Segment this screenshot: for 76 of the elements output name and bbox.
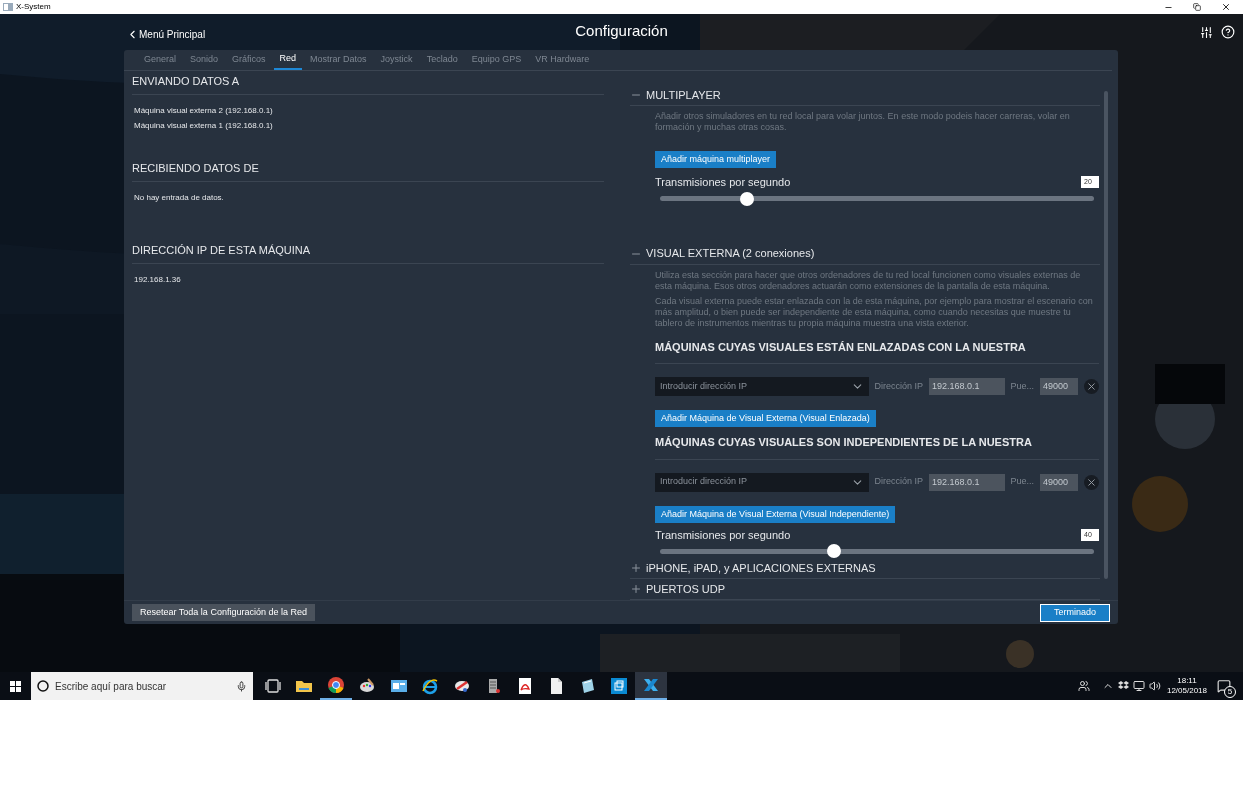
field-label: Pue... xyxy=(1010,475,1035,489)
remove-button[interactable] xyxy=(1084,474,1099,490)
slider-thumb[interactable] xyxy=(739,191,754,206)
add-button[interactable]: Añadir máquina multiplayer xyxy=(655,151,777,169)
section-header[interactable]: MULTIPLAYER xyxy=(630,85,1100,106)
section-header[interactable]: PUERTOS UDP xyxy=(630,579,1100,600)
people-icon[interactable] xyxy=(1077,680,1090,692)
slider[interactable] xyxy=(660,544,1094,558)
close-icon[interactable] xyxy=(1221,2,1231,12)
browser-icon[interactable] xyxy=(326,676,345,694)
tab[interactable]: Equipo GPS xyxy=(465,50,528,70)
close-icon xyxy=(1086,476,1098,488)
tab[interactable]: Teclado xyxy=(420,50,464,70)
window-title: X-System xyxy=(16,1,51,13)
section-header[interactable]: iPHONE, iPAD, y APLICACIONES EXTERNAS xyxy=(630,558,1100,579)
list-text: Máquina visual externa 1 (192.168.0.1) xyxy=(134,119,274,132)
field-label: Dirección IP xyxy=(874,379,924,393)
page-title: Configuración xyxy=(575,21,668,41)
search-field[interactable]: Escribe aquí para buscar xyxy=(31,672,253,700)
port-field: 49000 xyxy=(1040,378,1079,395)
ip-select[interactable]: Introducir dirección IP xyxy=(655,377,869,396)
store-icon[interactable] xyxy=(610,677,629,695)
tab[interactable]: VR Hardware xyxy=(529,50,596,70)
slider-label: Transmisiones por segundo xyxy=(655,175,791,190)
clock-date[interactable]: 12/05/2018 xyxy=(1166,686,1207,696)
section-heading: RECIBIENDO DATOS DE xyxy=(132,160,604,182)
sliders-icon[interactable] xyxy=(1200,25,1213,39)
add-button[interactable]: Añadir Máquina de Visual Externa (Visual Enlazada) xyxy=(655,410,876,428)
port-field: 49000 xyxy=(1040,473,1079,491)
ip-select[interactable]: Introducir dirección IP xyxy=(655,472,869,492)
section-description: Utiliza esta sección para hacer que otros ordenadores de tu red local funcionen como visuales externas de esta máquina. Esos otros ordenadores actuarán como extensiones de la pantalla de esta máquina. xyxy=(655,269,1082,292)
palette-icon[interactable] xyxy=(358,677,377,695)
volume-icon[interactable] xyxy=(1148,680,1161,692)
remove-button[interactable] xyxy=(1084,379,1099,394)
section-header[interactable]: VISUAL EXTERNA (2 conexiones) xyxy=(630,243,1100,265)
tab[interactable]: Mostrar Datos xyxy=(304,50,373,70)
section-heading: ENVIANDO DATOS A xyxy=(132,73,604,95)
ie-icon[interactable] xyxy=(421,677,440,695)
close-icon xyxy=(1086,381,1098,392)
circle-icon xyxy=(37,680,49,692)
tab[interactable]: Joystick xyxy=(374,50,419,70)
field-label: Dirección IP xyxy=(874,475,924,489)
window-icon[interactable] xyxy=(389,677,408,695)
notifications-icon[interactable] xyxy=(1217,679,1231,693)
restore-icon[interactable] xyxy=(1193,3,1201,11)
add-button[interactable]: Añadir Máquina de Visual Externa (Visual Independiente) xyxy=(655,505,896,523)
ip-field: 192.168.0.1 xyxy=(929,378,1005,395)
slider-label: Transmisiones por segundo xyxy=(655,527,791,543)
tab[interactable]: General xyxy=(138,50,183,70)
reset-button[interactable]: Resetear Toda la Configuración de la Red xyxy=(132,604,315,621)
clock-time[interactable]: 18:11 xyxy=(1177,676,1197,686)
x-logo-icon[interactable] xyxy=(641,676,660,694)
list-text: No hay entrada de datos. xyxy=(134,191,225,204)
slider[interactable] xyxy=(660,191,1094,206)
help-icon[interactable] xyxy=(1221,25,1235,39)
network-icon[interactable] xyxy=(1132,680,1145,692)
field-label: Pue... xyxy=(1010,379,1035,393)
subsection-heading: MÁQUINAS CUYAS VISUALES SON INDEPENDIENTES DE LA NUESTRA xyxy=(655,434,1099,460)
slider-thumb[interactable] xyxy=(826,544,841,558)
windows-start-icon[interactable] xyxy=(10,680,21,692)
ip-field: 192.168.0.1 xyxy=(929,473,1005,491)
tab[interactable]: Gráficos xyxy=(226,50,272,70)
tab[interactable]: Red xyxy=(273,50,303,70)
done-button[interactable]: Terminado xyxy=(1040,603,1110,622)
subsection-heading: MÁQUINAS CUYAS VISUALES ESTÁN ENLAZADAS CON LA NUESTRA xyxy=(655,338,1099,364)
expand-icon xyxy=(630,562,642,574)
microphone-icon xyxy=(236,680,247,692)
app-icon xyxy=(3,3,13,11)
tab[interactable]: Sonido xyxy=(184,50,225,70)
task-view-icon[interactable] xyxy=(263,677,282,695)
expand-icon xyxy=(630,583,642,595)
notification-count: 5 xyxy=(1224,686,1236,698)
list-text: 192.168.1.36 xyxy=(134,273,182,286)
list-text: Máquina visual externa 2 (192.168.0.1) xyxy=(134,104,274,117)
section-heading: DIRECCIÓN IP DE ESTA MÁQUINA xyxy=(132,242,604,264)
back-link[interactable]: Menú Principal xyxy=(126,26,206,42)
